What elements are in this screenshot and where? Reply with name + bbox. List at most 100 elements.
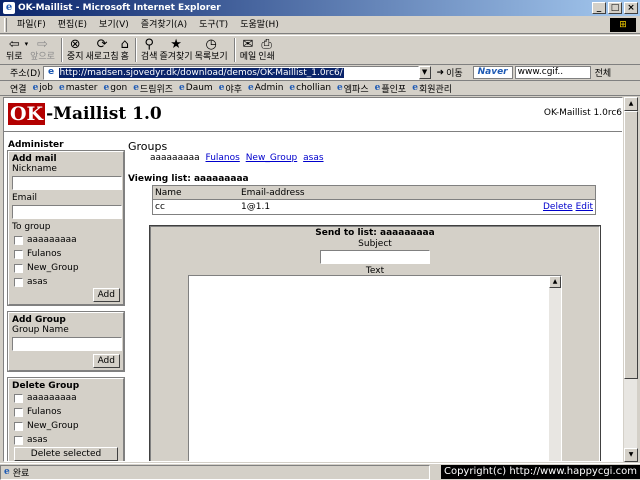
- favorites-button[interactable]: ★ 즐겨찾기: [159, 36, 192, 64]
- back-button[interactable]: ⇦ 뒤로: [6, 36, 23, 64]
- link-admin[interactable]: e Admin: [248, 83, 283, 93]
- naver-search-input[interactable]: www.cgif..: [514, 66, 591, 79]
- page-icon: e: [59, 83, 65, 93]
- page-icon: e: [179, 83, 185, 93]
- link-members[interactable]: e 회원관리: [412, 82, 452, 95]
- group-link-new-group[interactable]: New_Group: [246, 153, 298, 163]
- edit-member-link[interactable]: Edit: [576, 202, 593, 212]
- admin-sidebar: Administer Add mail Nickname Email To gr…: [7, 140, 125, 461]
- page-icon: e: [289, 83, 296, 93]
- forward-button[interactable]: ⇨ 앞으로: [30, 36, 55, 64]
- address-input[interactable]: e http://madsen.sjovedyr.dk/download/dem…: [42, 65, 419, 80]
- groups-title: Groups: [128, 140, 168, 153]
- page-scrollbar[interactable]: ▲ ▼: [623, 97, 638, 462]
- toolbar-separator: [60, 38, 63, 62]
- link-daum[interactable]: e Daum: [179, 83, 213, 93]
- group-checkbox-row[interactable]: asas: [12, 275, 120, 289]
- send-title: Send to list: aaaaaaaaa: [315, 228, 435, 238]
- scroll-up-icon[interactable]: ▲: [549, 276, 561, 288]
- link-empas[interactable]: e 엠파스: [337, 82, 369, 95]
- home-button[interactable]: ⌂ 홈: [121, 36, 129, 64]
- mail-button[interactable]: ✉ 메일: [240, 36, 257, 64]
- subject-label: Subject: [358, 239, 392, 249]
- scroll-thumb[interactable]: [624, 111, 638, 379]
- refresh-button[interactable]: ⟳ 새로고침: [85, 36, 118, 64]
- current-group: aaaaaaaaa: [150, 153, 200, 163]
- nickname-field[interactable]: [12, 176, 122, 190]
- viewing-list-heading: Viewing list: aaaaaaaaa: [128, 174, 249, 184]
- delete-group-checkbox[interactable]: [14, 393, 23, 403]
- delete-group-row[interactable]: aaaaaaaaa: [12, 391, 120, 405]
- menu-file[interactable]: 파일(F): [11, 18, 52, 32]
- email-field[interactable]: [12, 205, 122, 219]
- group-checkbox[interactable]: [14, 235, 23, 245]
- add-mail-button[interactable]: Add: [92, 288, 120, 302]
- page-icon: e: [4, 467, 10, 477]
- page-icon: e: [32, 83, 39, 93]
- go-button[interactable]: ➜ 이동: [437, 66, 463, 80]
- delete-member-link[interactable]: Delete: [543, 202, 573, 212]
- menu-tools[interactable]: 도구(T): [193, 18, 234, 32]
- toolbar-separator: [134, 38, 137, 62]
- link-gon[interactable]: e gon: [104, 83, 128, 93]
- col-name-header: Name: [155, 187, 182, 198]
- add-group-button[interactable]: Add: [92, 354, 120, 368]
- group-link-fulanos[interactable]: Fulanos: [206, 153, 240, 163]
- windows-logo-icon: ⊞: [610, 18, 636, 32]
- link-master[interactable]: e master: [59, 83, 97, 93]
- delete-group-checkbox[interactable]: [14, 435, 23, 445]
- link-job[interactable]: e job: [33, 83, 53, 93]
- minimize-button[interactable]: _: [592, 2, 606, 14]
- address-bar: 주소(D) e http://madsen.sjovedyr.dk/downlo…: [0, 65, 640, 81]
- delete-group-checkbox[interactable]: [14, 407, 23, 417]
- print-button[interactable]: ⎙ 인쇄: [258, 36, 275, 64]
- scroll-down-button[interactable]: ▼: [624, 448, 638, 462]
- window-title: OK-Maillist - Microsoft Internet Explore…: [18, 3, 221, 13]
- add-mail-panel: Add mail Nickname Email To group aaaaaaa…: [7, 150, 125, 306]
- subject-field[interactable]: [320, 250, 430, 264]
- home-icon: ⌂: [120, 37, 129, 52]
- group-link-asas[interactable]: asas: [303, 153, 323, 163]
- naver-search-scope[interactable]: 전체: [595, 66, 612, 79]
- send-form: Send to list: aaaaaaaaa Subject Text ▲: [149, 225, 601, 461]
- group-checkbox-row[interactable]: New_Group: [12, 261, 120, 275]
- close-button[interactable]: ×: [624, 2, 638, 14]
- links-label: 연결: [10, 84, 27, 95]
- version-label: OK-Maillist 1.0rc6: [543, 108, 622, 118]
- maximize-button[interactable]: □: [608, 2, 622, 14]
- group-checkbox[interactable]: [14, 263, 23, 273]
- textarea-scrollbar[interactable]: ▲: [549, 276, 561, 461]
- group-name-field[interactable]: [12, 337, 122, 351]
- delete-group-row[interactable]: New_Group: [12, 419, 120, 433]
- link-chollian[interactable]: e chollian: [289, 83, 331, 93]
- stop-button[interactable]: ⊗ 중지: [67, 36, 84, 64]
- search-button[interactable]: ⚲ 검색: [141, 36, 158, 64]
- menu-favorites[interactable]: 즐겨찾기(A): [135, 18, 193, 32]
- link-yahoo[interactable]: e 야후: [219, 82, 242, 95]
- forward-arrow-icon: ⇨: [37, 37, 48, 52]
- delete-group-row[interactable]: Fulanos: [12, 405, 120, 419]
- group-checkbox[interactable]: [14, 277, 23, 287]
- delete-group-panel: Delete Group aaaaaaaaa Fulanos New_Group…: [7, 377, 125, 461]
- message-textarea[interactable]: ▲: [188, 275, 562, 461]
- menu-view[interactable]: 보기(V): [93, 18, 135, 32]
- favorites-folder-icon: ★: [170, 37, 182, 52]
- group-checkbox[interactable]: [14, 249, 23, 259]
- scroll-up-button[interactable]: ▲: [624, 97, 638, 111]
- back-dropdown[interactable]: ▾: [25, 36, 29, 64]
- history-button[interactable]: ◷ 목록보기: [195, 36, 228, 64]
- menu-help[interactable]: 도움말(H): [234, 18, 285, 32]
- delete-group-checkbox[interactable]: [14, 421, 23, 431]
- history-icon: ◷: [205, 37, 217, 52]
- naver-logo: Naver: [472, 66, 513, 79]
- group-checkbox-row[interactable]: aaaaaaaaa: [12, 233, 120, 247]
- nickname-label: Nickname: [12, 164, 57, 174]
- link-dreamwiz[interactable]: e 드림위즈: [133, 82, 173, 95]
- address-label: 주소(D): [10, 69, 41, 79]
- delete-group-row[interactable]: asas: [12, 433, 120, 447]
- link-plinfo[interactable]: e 플인포: [375, 82, 407, 95]
- menu-edit[interactable]: 편집(E): [52, 18, 93, 32]
- address-dropdown[interactable]: ▼: [418, 66, 431, 79]
- delete-selected-button[interactable]: Delete selected: [14, 447, 118, 461]
- group-checkbox-row[interactable]: Fulanos: [12, 247, 120, 261]
